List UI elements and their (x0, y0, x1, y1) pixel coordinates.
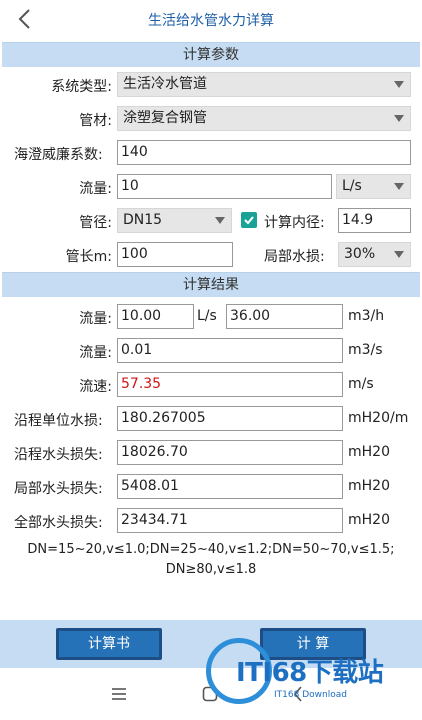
unit-mh20m: mH20/m (348, 410, 409, 426)
result-flow-m3s-label: 流量: (79, 345, 112, 361)
local-loss-label: 局部水损: (264, 249, 325, 265)
params-section-header: 计算参数 (2, 42, 420, 67)
hazen-williams-label: 海澄威廉系数: (14, 147, 103, 163)
unit-loss-label: 沿程单位水损: (14, 413, 103, 429)
total-loss-value: 23434.71 (117, 508, 343, 533)
velocity-limit-note-line1: DN=15~20,v≤1.0;DN=25~40,v≤1.2;DN=50~70,v… (27, 542, 395, 557)
local-head-loss-label: 局部水头损失: (14, 481, 103, 497)
watermark-sub: IT168 Download (274, 690, 347, 700)
flow-input[interactable]: 10 (117, 174, 332, 199)
pipe-length-input[interactable]: 100 (117, 242, 233, 267)
diameter-value: DN15 (123, 212, 163, 228)
flow-unit-select[interactable]: L/s (336, 174, 411, 199)
friction-loss-value: 18026.70 (117, 440, 343, 465)
dropdown-arrow-icon (394, 81, 404, 88)
pipe-length-label: 管长m: (65, 249, 112, 265)
pipe-material-select[interactable]: 涂塑复合钢管 (117, 106, 411, 131)
pipe-material-value: 涂塑复合钢管 (123, 110, 207, 126)
local-loss-select[interactable]: 30% (338, 242, 411, 267)
unit-mh20-1: mH20 (348, 444, 390, 460)
local-head-loss-value: 5408.01 (117, 474, 343, 499)
system-type-label: 系统类型: (51, 79, 112, 95)
result-flow-ls: 10.00 (117, 304, 194, 329)
pipe-material-label: 管材: (79, 113, 112, 129)
flow-unit-value: L/s (342, 178, 362, 194)
diameter-label: 管径: (79, 215, 112, 231)
unit-loss-value: 180.267005 (117, 406, 343, 431)
watermark-brand: ITI68下载站 (236, 658, 384, 688)
result-flow-m3h: 36.00 (226, 304, 343, 329)
unit-m3s: m3/s (348, 342, 383, 358)
system-type-value: 生活冷水管道 (123, 76, 207, 92)
dropdown-arrow-icon (215, 217, 225, 224)
hazen-williams-input[interactable]: 140 (117, 140, 411, 165)
total-loss-label: 全部水头损失: (14, 515, 103, 531)
menu-icon[interactable] (111, 687, 127, 701)
local-loss-value: 30% (344, 246, 376, 262)
inner-diameter-checkbox[interactable] (241, 212, 257, 228)
result-flow-label: 流量: (79, 311, 112, 327)
friction-loss-label: 沿程水头损失: (14, 447, 103, 463)
flow-label: 流量: (79, 181, 112, 197)
unit-m3h: m3/h (348, 308, 385, 324)
dropdown-arrow-icon (394, 183, 404, 190)
results-section-header: 计算结果 (2, 272, 420, 297)
dropdown-arrow-icon (394, 115, 404, 122)
dropdown-arrow-icon (394, 251, 404, 258)
velocity-limit-note-line2: DN≥80,v≤1.8 (165, 562, 257, 577)
unit-mh20-2: mH20 (348, 478, 390, 494)
checkmark-icon (244, 216, 254, 225)
watermark-logo: ITI68下载站 IT168 Download (200, 632, 416, 718)
velocity-value: 57.35 (117, 372, 343, 397)
inner-diameter-label: 计算内径: (264, 215, 325, 231)
unit-ls: L/s (197, 308, 217, 324)
top-bar: 生活给水管水力详算 (0, 0, 422, 40)
result-flow-m3s: 0.01 (117, 338, 343, 363)
diameter-select[interactable]: DN15 (117, 208, 232, 233)
page-title: 生活给水管水力详算 (148, 13, 274, 29)
system-type-select[interactable]: 生活冷水管道 (117, 72, 411, 97)
report-button[interactable]: 计算书 (56, 628, 162, 660)
inner-diameter-input[interactable]: 14.9 (338, 208, 411, 233)
velocity-label: 流速: (79, 379, 112, 395)
unit-mh20-3: mH20 (348, 512, 390, 528)
unit-ms: m/s (348, 376, 374, 392)
